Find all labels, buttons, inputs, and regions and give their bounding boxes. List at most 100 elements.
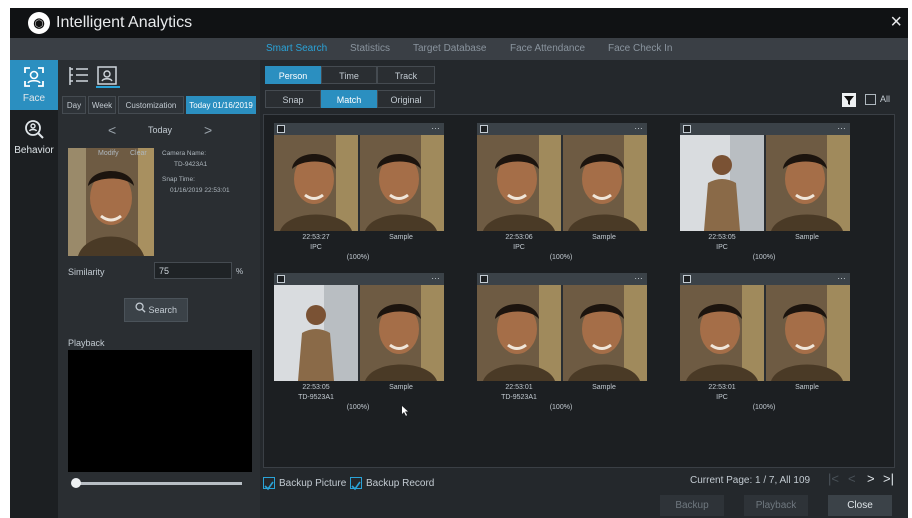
similarity-percent: (100%) [346, 254, 370, 261]
similarity-percent: (100%) [346, 404, 370, 411]
view-original[interactable]: Original [377, 90, 435, 108]
prev-page-icon[interactable]: < [848, 471, 856, 486]
side-nav: Face Behavior [10, 60, 58, 518]
modify-button[interactable]: Modify [98, 150, 119, 157]
sample-label: Sample [389, 384, 413, 391]
match-image[interactable] [477, 285, 647, 381]
tab-statistics[interactable]: Statistics [350, 43, 390, 54]
card-header: … [477, 271, 647, 285]
result-card[interactable]: … 22:53:01 IPC Sample (100%) [680, 271, 850, 423]
search-button-label: Search [148, 305, 178, 315]
tab-face-check-in[interactable]: Face Check In [608, 43, 672, 54]
last-page-icon[interactable]: >| [883, 471, 894, 486]
sample-label: Sample [389, 234, 413, 241]
camera-name-value: TD-9423A1 [174, 161, 208, 168]
filter-icon[interactable] [842, 93, 856, 107]
playback-slider-handle[interactable] [71, 478, 81, 488]
card-checkbox[interactable] [277, 275, 285, 283]
match-image[interactable] [680, 135, 850, 231]
mode-track[interactable]: Track [377, 66, 435, 84]
face-search-icon[interactable] [96, 66, 120, 88]
search-button[interactable]: Search [124, 298, 188, 322]
playback-slider-track[interactable] [78, 482, 242, 485]
prev-day-button[interactable]: < [108, 122, 116, 138]
similarity-label: Similarity [68, 267, 105, 277]
match-image[interactable] [274, 285, 444, 381]
view-match[interactable]: Match [321, 90, 377, 108]
snap-time: 22:53:05 [302, 384, 330, 391]
more-options-icon[interactable]: … [837, 271, 846, 281]
card-header: … [274, 271, 444, 285]
tab-face-attendance[interactable]: Face Attendance [510, 43, 585, 54]
list-view-icon[interactable] [68, 66, 92, 88]
sidebar-item-behavior[interactable]: Behavior [10, 112, 58, 162]
source-camera: TD-9523A1 [298, 394, 334, 401]
result-card[interactable]: … 22:53:27 IPC Sample (100%) [274, 121, 444, 273]
more-options-icon[interactable]: … [431, 121, 440, 131]
similarity-percent: (100%) [752, 404, 776, 411]
result-grid: … 22:53:27 IPC Sample (100%) … 22:53:06 IPC Samp… [263, 114, 895, 468]
snap-time: 22:53:01 [505, 384, 533, 391]
playback-button[interactable]: Playback [744, 495, 808, 516]
source-camera: IPC [310, 244, 322, 251]
sidebar-item-label: Face [22, 93, 46, 104]
mouse-cursor-icon [402, 406, 408, 416]
result-card[interactable]: … 22:53:01 TD-9523A1 Sample (100%) [477, 271, 647, 423]
close-button[interactable]: Close [828, 495, 892, 516]
tab-week[interactable]: Week [88, 96, 116, 114]
window-close-icon[interactable]: × [890, 11, 902, 34]
snap-time-value: 01/16/2019 22:53:01 [170, 187, 230, 194]
more-options-icon[interactable]: … [431, 271, 440, 281]
result-card[interactable]: … 22:53:05 IPC Sample (100%) [680, 121, 850, 273]
more-options-icon[interactable]: … [837, 121, 846, 131]
backup-picture-checkbox[interactable] [263, 477, 275, 491]
card-checkbox[interactable] [480, 275, 488, 283]
card-checkbox[interactable] [683, 125, 691, 133]
match-image[interactable] [477, 135, 647, 231]
source-camera: IPC [716, 394, 728, 401]
view-snap[interactable]: Snap [265, 90, 321, 108]
sidebar-item-face[interactable]: Face [10, 60, 58, 110]
tab-today[interactable]: Today 01/16/2019 [186, 96, 256, 114]
tab-smart-search[interactable]: Smart Search [266, 43, 327, 54]
similarity-percent: (100%) [549, 404, 573, 411]
backup-button[interactable]: Backup [660, 495, 724, 516]
source-camera: TD-9523A1 [501, 394, 537, 401]
next-day-button[interactable]: > [204, 122, 212, 138]
behavior-icon [25, 120, 44, 139]
face-icon [24, 67, 44, 87]
card-header: … [477, 121, 647, 135]
mode-time[interactable]: Time [321, 66, 377, 84]
result-card[interactable]: … 22:53:06 IPC Sample (100%) [477, 121, 647, 273]
percent-label: % [236, 267, 244, 276]
more-options-icon[interactable]: … [634, 271, 643, 281]
tab-customization[interactable]: Customization [118, 96, 184, 114]
select-all-checkbox[interactable] [865, 94, 876, 105]
playback-video[interactable] [68, 350, 252, 472]
card-checkbox[interactable] [683, 275, 691, 283]
card-checkbox[interactable] [277, 125, 285, 133]
backup-record-checkbox[interactable] [350, 477, 362, 491]
similarity-input[interactable] [154, 262, 232, 279]
next-page-icon[interactable]: > [867, 471, 875, 486]
app-logo-icon: ◉ [28, 12, 50, 34]
sidebar-item-label: Behavior [14, 145, 54, 156]
card-checkbox[interactable] [480, 125, 488, 133]
mode-person[interactable]: Person [265, 66, 321, 84]
snap-time: 22:53:06 [505, 234, 533, 241]
sample-label: Sample [592, 234, 616, 241]
window-title: Intelligent Analytics [56, 14, 193, 31]
first-page-icon[interactable]: |< [828, 471, 839, 486]
tab-target-database[interactable]: Target Database [413, 43, 486, 54]
snapshot-thumbnail[interactable]: Modify Clear [68, 148, 154, 256]
sample-label: Sample [592, 384, 616, 391]
clear-button[interactable]: Clear [130, 150, 147, 157]
card-header: … [680, 271, 850, 285]
tab-day[interactable]: Day [62, 96, 86, 114]
match-image[interactable] [274, 135, 444, 231]
result-card[interactable]: … 22:53:05 TD-9523A1 Sample (100%) [274, 271, 444, 423]
match-image[interactable] [680, 285, 850, 381]
more-options-icon[interactable]: … [634, 121, 643, 131]
source-camera: IPC [716, 244, 728, 251]
source-camera: IPC [513, 244, 525, 251]
